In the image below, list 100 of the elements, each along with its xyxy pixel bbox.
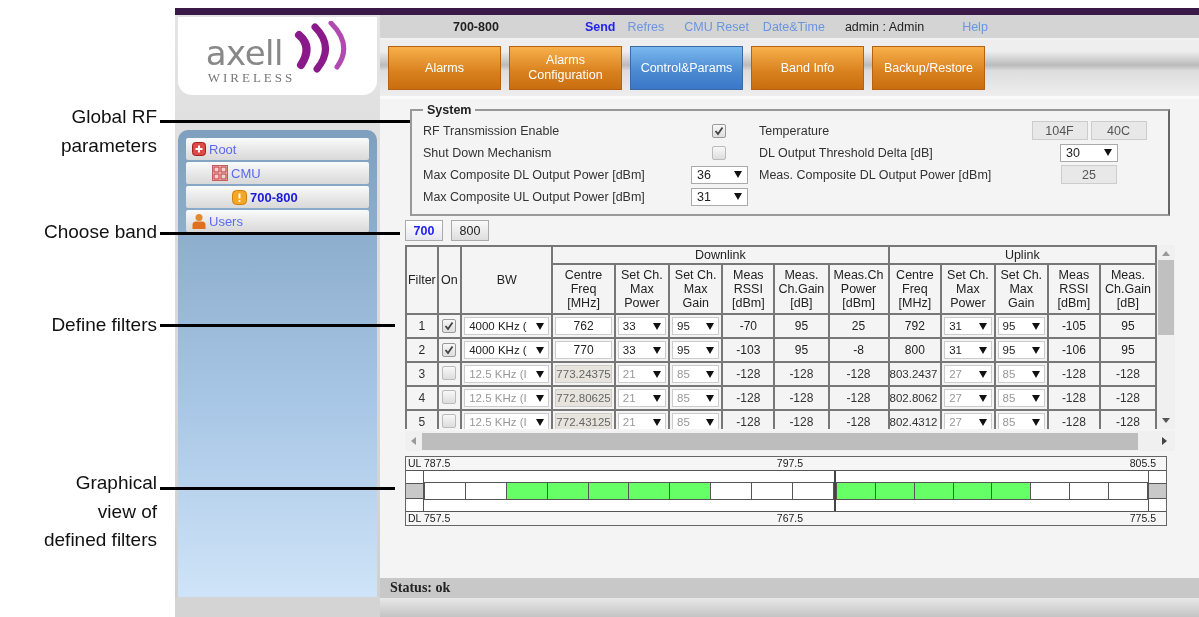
tree-item[interactable]: CMU xyxy=(186,162,369,184)
dropdown[interactable]: 12.5 KHz (I xyxy=(464,413,550,429)
dropdown[interactable]: 95 xyxy=(997,317,1045,335)
readout-field: 104F xyxy=(1031,121,1088,140)
column-header: Set Ch. Max Gain xyxy=(669,264,723,314)
dropdown[interactable]: 33 xyxy=(617,341,666,359)
plus-icon xyxy=(192,142,206,156)
status-bar: Status: ok xyxy=(380,578,1199,598)
input-field[interactable]: 773.24375 xyxy=(555,365,612,383)
caret-icon xyxy=(1031,418,1040,426)
dropdown[interactable]: 85 xyxy=(672,413,720,429)
tab[interactable]: Backup/Restore xyxy=(872,46,985,90)
dropdown[interactable]: 27 xyxy=(944,413,992,429)
dropdown[interactable]: 31 xyxy=(691,187,748,206)
checkbox[interactable] xyxy=(442,413,457,428)
table-cell: 792 xyxy=(888,314,942,338)
band-button[interactable]: 700 xyxy=(405,220,443,241)
horizontal-scrollbar[interactable] xyxy=(405,431,1175,451)
up-arrow-icon[interactable] xyxy=(1162,251,1170,256)
dropdown[interactable]: 31 xyxy=(944,341,992,359)
group-header: Downlink xyxy=(552,246,889,264)
table-cell: -128 xyxy=(1047,386,1100,410)
dropdown[interactable]: 95 xyxy=(672,341,720,359)
right-arrow-icon[interactable] xyxy=(1162,437,1167,445)
column-header: Set Ch. Max Power xyxy=(941,264,995,314)
dropdown[interactable]: 4000 KHz ( xyxy=(464,317,550,335)
tab[interactable]: Alarms xyxy=(388,46,501,90)
dropdown[interactable]: 85 xyxy=(672,365,720,383)
tree-item[interactable]: Root xyxy=(186,138,369,160)
left-arrow-icon[interactable] xyxy=(411,437,416,445)
group-header: Uplink xyxy=(888,246,1156,264)
header-link[interactable]: Date&Time xyxy=(762,19,825,34)
band-button[interactable]: 800 xyxy=(451,220,489,241)
table-cell: -106 xyxy=(1047,338,1100,362)
logo: axell WIRELESS xyxy=(178,17,377,95)
vertical-scrollbar[interactable] xyxy=(1157,245,1175,429)
caret-icon xyxy=(536,346,545,354)
dropdown[interactable]: 12.5 KHz (I xyxy=(464,365,550,383)
caret-icon xyxy=(734,193,742,200)
dropdown[interactable]: 85 xyxy=(997,389,1045,407)
checkbox[interactable] xyxy=(712,123,726,138)
table-cell: -105 xyxy=(1047,314,1100,338)
column-header: Set Ch. Max Gain xyxy=(994,264,1048,314)
scale-label: 797.5 xyxy=(776,457,804,470)
table-cell: 1 xyxy=(406,314,438,338)
caret-icon xyxy=(978,394,987,402)
column-header: Meas RSSI [dBm] xyxy=(722,264,775,314)
warning-icon xyxy=(232,189,247,205)
table-cell: -128 xyxy=(774,386,829,410)
header-link[interactable]: Send xyxy=(584,19,616,34)
header-link[interactable]: Help xyxy=(962,19,988,34)
checkbox[interactable] xyxy=(442,389,457,404)
caret-icon xyxy=(706,394,715,402)
tree-item[interactable]: Users xyxy=(186,210,369,232)
field-label: Meas. Composite DL Output Power [dBm] xyxy=(759,167,993,182)
dropdown[interactable]: 36 xyxy=(691,165,748,184)
dropdown[interactable]: 85 xyxy=(672,389,720,407)
dropdown[interactable]: 4000 KHz ( xyxy=(464,341,550,359)
dropdown[interactable]: 33 xyxy=(617,317,666,335)
tree-item[interactable]: 700-800 xyxy=(186,186,369,208)
dropdown[interactable]: 27 xyxy=(944,389,992,407)
dropdown[interactable]: 85 xyxy=(997,365,1045,383)
column-header: Filter xyxy=(406,246,438,314)
dropdown[interactable]: 21 xyxy=(617,365,666,383)
tab[interactable]: Band Info xyxy=(751,46,864,90)
header-link[interactable]: CMU Reset xyxy=(684,19,749,34)
callout-label: Choose band xyxy=(42,220,157,244)
dropdown[interactable]: 12.5 KHz (I xyxy=(464,389,550,407)
caret-icon xyxy=(653,418,661,426)
field-label: DL Output Threshold Delta [dB] xyxy=(759,145,934,160)
caret-icon xyxy=(1031,394,1040,402)
input-field[interactable]: 770 xyxy=(555,341,612,359)
dropdown[interactable]: 85 xyxy=(997,413,1045,429)
dropdown[interactable]: 95 xyxy=(997,341,1045,359)
tab[interactable]: Alarms Configuration xyxy=(509,46,622,90)
tab[interactable]: Control&Params xyxy=(630,46,743,90)
dropdown[interactable]: 30 xyxy=(1060,143,1118,162)
caret-icon xyxy=(978,322,987,330)
dropdown[interactable]: 21 xyxy=(617,413,666,429)
checkbox[interactable] xyxy=(712,145,726,160)
table-cell: -103 xyxy=(722,338,775,362)
input-field[interactable]: 762 xyxy=(555,317,612,335)
dropdown[interactable]: 95 xyxy=(672,317,720,335)
caret-icon xyxy=(734,171,742,178)
caret-icon xyxy=(653,370,661,378)
down-arrow-icon[interactable] xyxy=(1162,418,1170,423)
scale-label: DL 757.5 xyxy=(408,512,451,525)
input-field[interactable]: 772.43125 xyxy=(555,413,612,429)
checkbox[interactable] xyxy=(442,365,457,380)
header-link[interactable]: Refres xyxy=(627,19,665,34)
checkbox[interactable] xyxy=(442,342,457,357)
caret-icon xyxy=(536,418,545,426)
scale-label: UL 787.5 xyxy=(408,457,451,470)
input-field[interactable]: 772.80625 xyxy=(555,389,612,407)
checkbox[interactable] xyxy=(442,318,457,333)
table-cell: -128 xyxy=(828,386,889,410)
dropdown[interactable]: 27 xyxy=(944,365,992,383)
dropdown[interactable]: 21 xyxy=(617,389,666,407)
column-header: On xyxy=(437,246,462,314)
dropdown[interactable]: 31 xyxy=(944,317,992,335)
